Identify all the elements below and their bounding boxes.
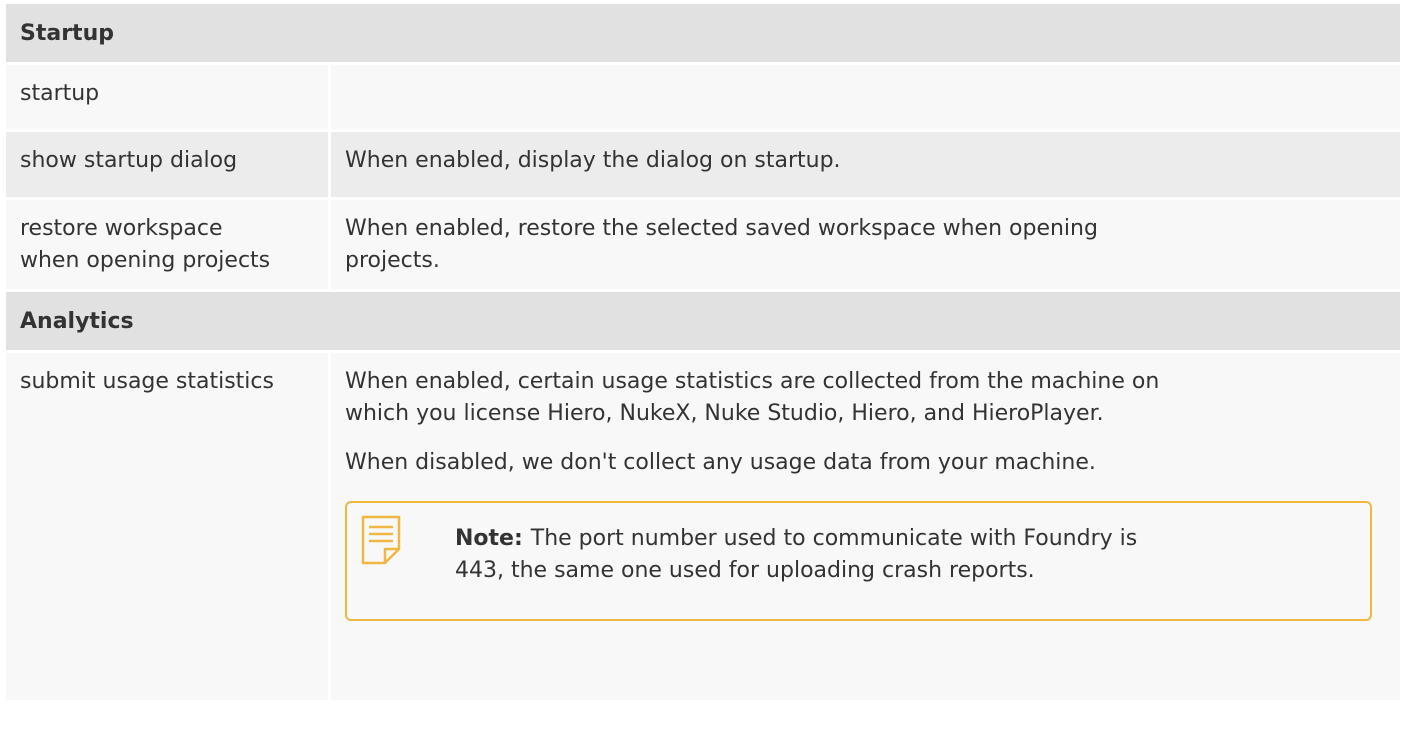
section-title: Analytics [20,308,134,334]
note-line: 443, the same one used for uploading cra… [455,558,1035,583]
note-text: Note: The port number used to communicate… [455,523,1335,587]
table-row-show-startup-dialog: show startup dialog When enabled, displa… [6,132,1400,200]
setting-description: When enabled, certain usage statistics a… [331,353,1400,700]
note-icon [361,515,401,565]
setting-description: When enabled, display the dialog on star… [331,132,1400,197]
section-title: Startup [20,20,114,46]
setting-name-text: show startup dialog [20,148,238,173]
setting-description-line: When enabled, restore the selected saved… [345,216,1098,241]
setting-description: When enabled, restore the selected saved… [331,200,1400,289]
table-row-submit-usage-statistics: submit usage statistics When enabled, ce… [6,353,1400,703]
setting-description-line: which you license Hiero, NukeX, Nuke Stu… [345,401,1104,426]
note-line-text: The port number used to communicate with… [530,526,1138,551]
setting-name: restore workspace when opening projects [6,200,331,289]
table-row-startup: startup [6,65,1400,132]
setting-name-line: when opening projects [20,248,271,273]
setting-name: submit usage statistics [6,353,331,700]
setting-description-line: When disabled, we don't collect any usag… [345,450,1096,475]
setting-name-text: submit usage statistics [20,369,274,394]
description-paragraph: When enabled, certain usage statistics a… [345,366,1386,430]
setting-name: show startup dialog [6,132,331,197]
note-callout: Note: The port number used to communicate… [345,501,1372,621]
setting-name: startup [6,65,331,129]
setting-description-line: When enabled, certain usage statistics a… [345,369,1160,394]
table-row-restore-workspace: restore workspace when opening projects … [6,200,1400,292]
setting-description-line: projects. [345,248,440,273]
note-label: Note: [455,526,523,551]
setting-description-text: When enabled, display the dialog on star… [345,148,841,173]
settings-table: Startup startup show startup dialog When… [6,4,1400,703]
setting-name-line: restore workspace [20,216,223,241]
section-header-startup: Startup [6,4,1400,65]
setting-name-text: startup [20,81,100,106]
note-line: Note: The port number used to communicate… [455,523,1335,555]
setting-description [331,65,1400,129]
section-header-analytics: Analytics [6,292,1400,353]
description-paragraph: When disabled, we don't collect any usag… [345,447,1386,479]
